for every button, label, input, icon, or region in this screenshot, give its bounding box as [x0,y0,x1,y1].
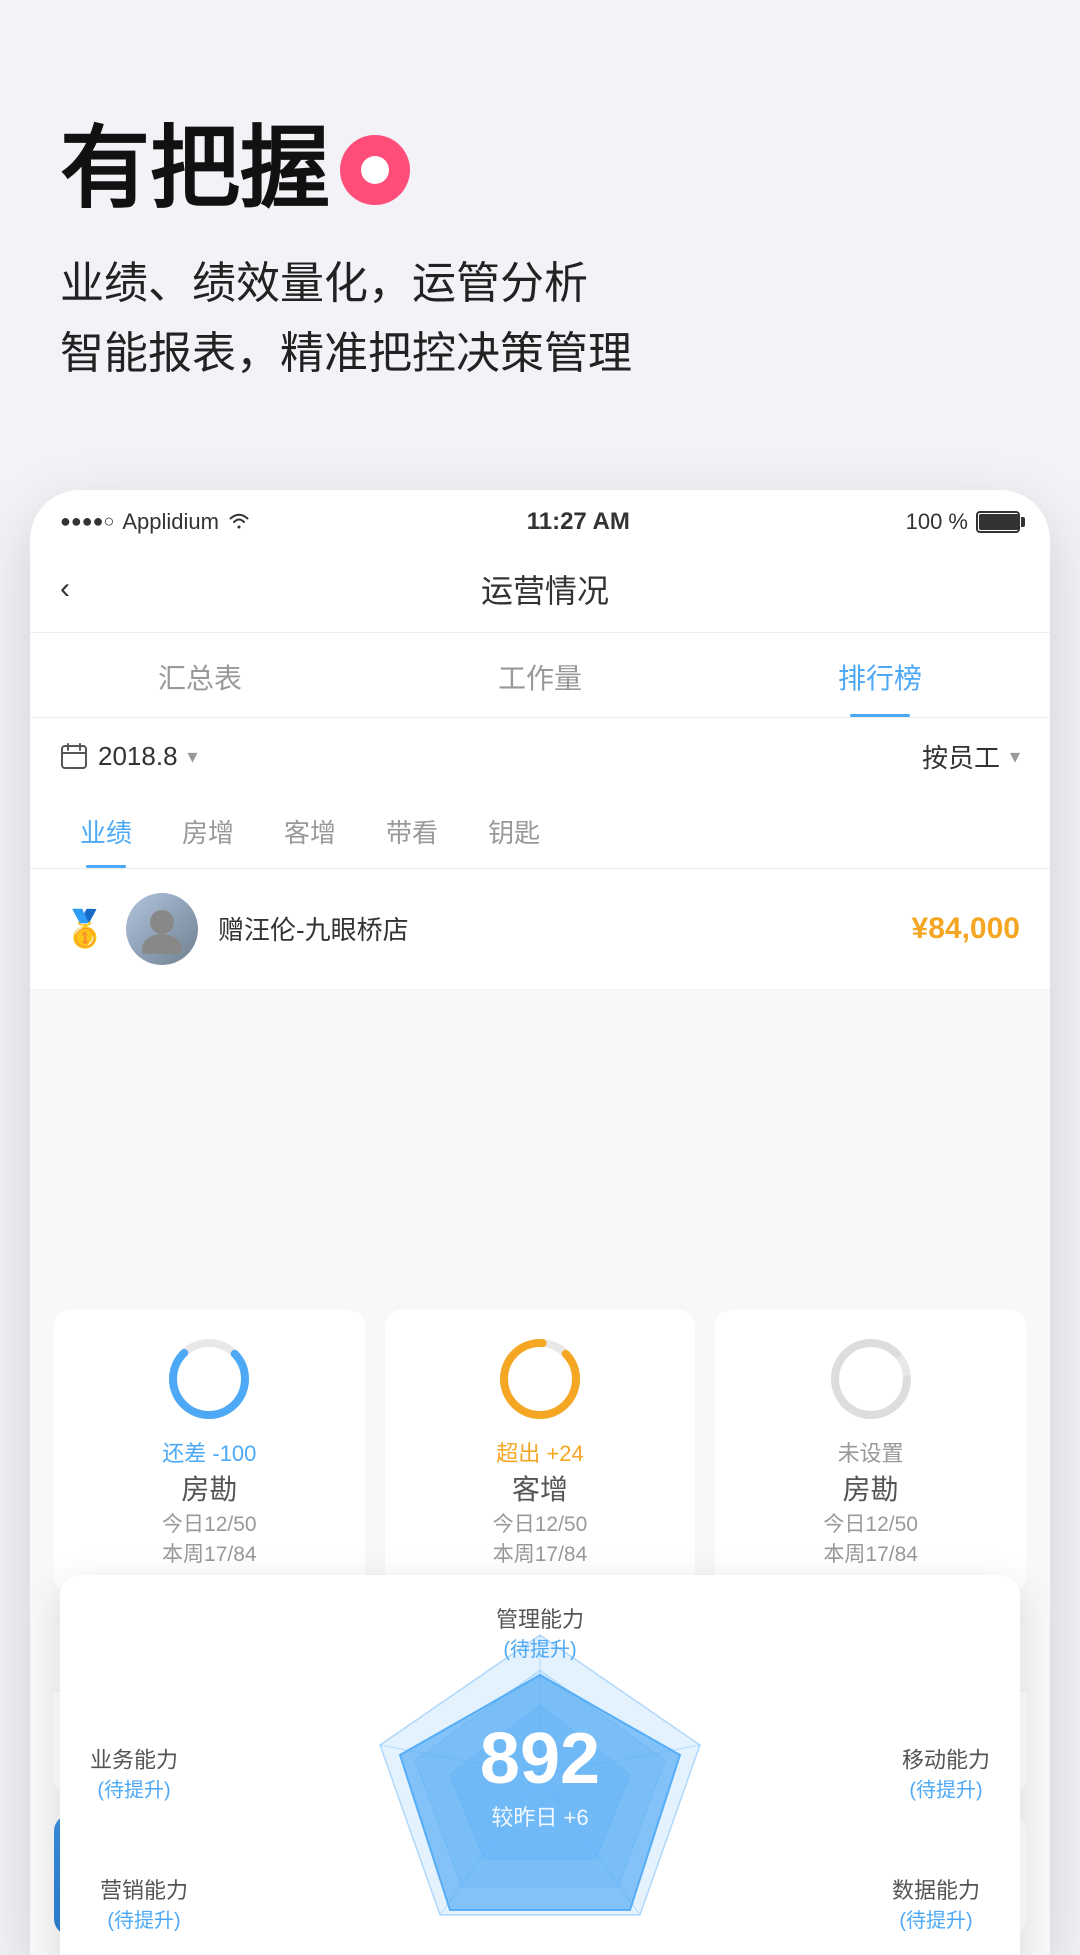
battery-fill [979,514,1019,530]
stat-card-3-today: 今日12/50 [735,1508,1006,1538]
donut-chart-3 [826,1334,916,1424]
chevron-down-icon: ▾ [188,744,198,769]
rank-medal: 🥇 [60,908,110,950]
stat-card-3-week: 本周17/84 [735,1538,1006,1568]
subtab-performance[interactable]: 业绩 [60,795,152,868]
ranking-item-1: 🥇 赠汪伦-九眼桥店 ¥84,000 [30,869,1050,990]
radar-label-bottom-right: 数据能力 (待提升) [892,1876,980,1935]
stat-card-1: 还差 -100 房勘 今日12/50 本周17/84 [54,1310,365,1592]
carrier-label: Applidium [122,509,219,535]
subtitle-line2: 智能报表，精准把控决策管理 [60,319,1020,389]
ranking-name-1: 赠汪伦-九眼桥店 [218,910,912,947]
stat-card-2: 超出 +24 客增 今日12/50 本周17/84 [385,1310,696,1592]
subtitle-line1: 业绩、绩效量化，运管分析 [60,249,1020,319]
tab-ranking[interactable]: 排行榜 [710,633,1050,717]
chevron-down-icon-2: ▾ [1010,744,1020,769]
hero-title-row: 有把握 [60,120,1020,219]
main-tabs: 汇总表 工作量 排行榜 [30,633,1050,718]
avatar-1 [126,893,198,965]
stats-cards-row: 还差 -100 房勘 今日12/50 本周17/84 超出 +24 客增 [54,1310,1026,1592]
hero-section: 有把握 业绩、绩效量化，运管分析 智能报表，精准把控决策管理 [0,0,1080,450]
stat-card-3-type: 房勘 [735,1468,1006,1508]
calendar-icon [60,742,88,770]
battery-icon [976,511,1020,533]
phone-mockup: ●●●●○ Applidium 11:27 AM 100 % [30,490,1050,1955]
stat-card-3-diff: 未设置 [735,1436,1006,1468]
stat-card-3: 未设置 房勘 今日12/50 本周17/84 [715,1310,1026,1592]
subtab-key[interactable]: 钥匙 [468,795,560,868]
donut-chart-1 [164,1334,254,1424]
tab-summary[interactable]: 汇总表 [30,633,370,717]
subtab-room[interactable]: 房增 [162,795,254,868]
battery-percent: 100 % [906,509,968,535]
stat-card-2-week: 本周17/84 [405,1538,676,1568]
radar-container: 892 较昨日 +6 管理能力 (待提升) 业务能力 (待提升) 移动能力 (待… [90,1605,990,1945]
donut-chart-2 [495,1334,585,1424]
nav-bar: ‹ 运营情况 [30,546,1050,633]
radar-score: 892 [480,1718,600,1800]
stat-card-1-type: 房勘 [74,1468,345,1508]
hero-subtitle: 业绩、绩效量化，运管分析 智能报表，精准把控决策管理 [60,249,1020,390]
radar-label-right: 移动能力 (待提升) [902,1745,990,1804]
filter-type-label: 按员工 [922,738,1000,775]
radar-card: 892 较昨日 +6 管理能力 (待提升) 业务能力 (待提升) 移动能力 (待… [60,1575,1020,1955]
nav-title: 运营情况 [70,566,1020,612]
status-right: 100 % [906,509,1020,535]
hero-logo-dot [340,135,410,205]
hero-title-text: 有把握 [60,120,330,219]
filter-date[interactable]: 2018.8 ▾ [60,741,198,772]
radar-sub: 较昨日 +6 [480,1800,600,1832]
sub-tabs: 业绩 房增 客增 带看 钥匙 [30,795,1050,869]
status-bar: ●●●●○ Applidium 11:27 AM 100 % [30,490,1050,546]
back-button[interactable]: ‹ [60,572,70,606]
phone-screen: ●●●●○ Applidium 11:27 AM 100 % [30,490,1050,1955]
stat-card-1-diff: 还差 -100 [74,1436,345,1468]
tab-workload[interactable]: 工作量 [370,633,710,717]
radar-label-bottom-left: 营销能力 (待提升) [100,1876,188,1935]
ranking-amount-1: ¥84,000 [912,912,1020,946]
status-left: ●●●●○ Applidium [60,509,251,535]
radar-label-top: 管理能力 (待提升) [496,1605,584,1664]
subtab-client[interactable]: 客增 [264,795,356,868]
stat-card-2-diff: 超出 +24 [405,1436,676,1468]
status-time: 11:27 AM [527,508,630,536]
filter-date-label: 2018.8 [98,741,178,772]
filter-type[interactable]: 按员工 ▾ [922,738,1020,775]
subtab-showhouse[interactable]: 带看 [366,795,458,868]
stat-card-2-today: 今日12/50 [405,1508,676,1538]
signal-dots: ●●●●○ [60,511,114,532]
wifi-icon [227,509,251,535]
radar-score-badge: 892 较昨日 +6 [480,1718,600,1832]
stat-card-1-week: 本周17/84 [74,1538,345,1568]
radar-label-left: 业务能力 (待提升) [90,1745,178,1804]
filter-row: 2018.8 ▾ 按员工 ▾ [30,718,1050,795]
avatar-img-1 [126,893,198,965]
stat-card-2-type: 客增 [405,1468,676,1508]
stat-card-1-today: 今日12/50 [74,1508,345,1538]
